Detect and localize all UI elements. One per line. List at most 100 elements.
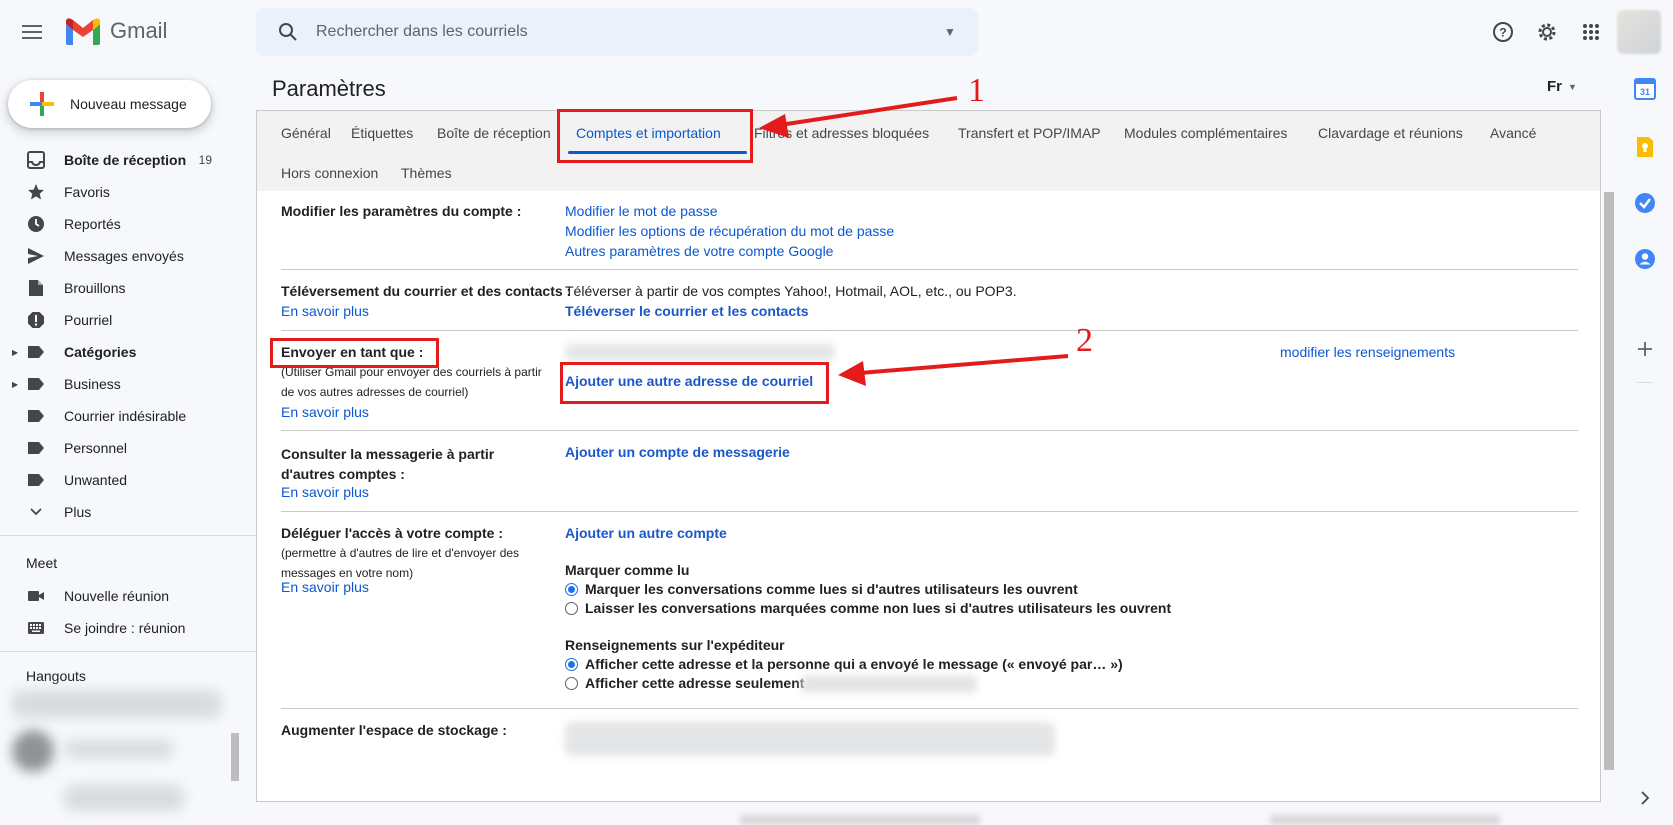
learn-more-link[interactable]: En savoir plus [281, 484, 369, 500]
tab-labels[interactable]: Étiquettes [351, 125, 413, 141]
gmail-m-icon [66, 18, 100, 45]
search-icon[interactable] [268, 8, 308, 56]
row-label: Téléversement du courrier et des contact… [281, 283, 572, 299]
nav-divider [0, 535, 256, 536]
hangouts-avatar-blurred [12, 730, 54, 772]
edit-info-link[interactable]: modifier les renseignements [1280, 344, 1455, 360]
settings-gear-icon[interactable] [1535, 20, 1559, 44]
hangouts-contact-blurred [12, 690, 222, 718]
row-send-as: Envoyer en tant que : (Utiliser Gmail po… [281, 332, 1578, 431]
contacts-icon[interactable] [1634, 248, 1656, 270]
help-icon[interactable]: ? [1491, 20, 1515, 44]
tab-chat-meet[interactable]: Clavardage et réunions [1318, 125, 1463, 141]
search-options-caret-icon[interactable]: ▼ [930, 25, 970, 39]
radio-mark-read[interactable] [565, 583, 578, 596]
nav-item-business[interactable]: ▶ Business [0, 368, 240, 400]
tab-offline[interactable]: Hors connexion [281, 165, 378, 181]
nav-item-spam[interactable]: Pourriel [0, 304, 240, 336]
main-scrollbar[interactable] [1604, 192, 1614, 770]
row-label: Modifier les paramètres du compte : [281, 203, 522, 219]
star-icon [26, 182, 46, 202]
nav-item-personal[interactable]: Personnel [0, 432, 240, 464]
change-password-link[interactable]: Modifier le mot de passe [565, 203, 718, 219]
tab-add-ons[interactable]: Modules complémentaires [1124, 125, 1287, 141]
annotation-number-1: 1 [968, 72, 985, 109]
search-input[interactable] [316, 23, 930, 41]
import-mail-contacts-link[interactable]: Téléverser le courrier et les contacts [565, 303, 809, 319]
expand-chevron-icon[interactable] [1634, 787, 1656, 809]
nav-item-junk[interactable]: Courrier indésirable [0, 400, 240, 432]
radio-keep-unread[interactable] [565, 602, 578, 615]
nav-label: Brouillons [64, 280, 126, 296]
learn-more-link[interactable]: En savoir plus [281, 404, 369, 420]
sender-info-title: Renseignements sur l'expéditeur [565, 637, 785, 653]
nav-item-snoozed[interactable]: Reportés [0, 208, 240, 240]
compose-button[interactable]: Nouveau message [8, 80, 211, 128]
search-bar[interactable]: ▼ [256, 8, 978, 56]
hangouts-contact-blurred [64, 740, 174, 758]
row-import: Téléversement du courrier et des contact… [281, 271, 1578, 331]
tab-filters[interactable]: Filtres et adresses bloquées [754, 125, 929, 141]
tab-advanced[interactable]: Avancé [1490, 125, 1536, 141]
nav-label: Plus [64, 504, 92, 520]
row-description: (Utiliser Gmail pour envoyer des courrie… [281, 365, 542, 399]
radio-label: Laisser les conversations marquées comme… [585, 600, 1172, 616]
radio-label: Afficher cette adresse et la personne qu… [585, 656, 1123, 672]
nav-label: Messages envoyés [64, 248, 184, 264]
nav-item-starred[interactable]: Favoris [0, 176, 240, 208]
google-account-settings-link[interactable]: Autres paramètres de votre compte Google [565, 243, 833, 259]
chevron-down-icon [26, 502, 46, 522]
menu-icon[interactable] [20, 20, 44, 44]
nav-item-unwanted[interactable]: Unwanted [0, 464, 240, 496]
expand-arrow-icon[interactable]: ▶ [12, 380, 18, 389]
caret-down-icon: ▼ [1568, 81, 1577, 92]
row-delegate: Déléguer l'accès à votre compte : (perme… [281, 513, 1578, 709]
nav-item-more[interactable]: Plus [0, 496, 240, 528]
tab-general[interactable]: Général [281, 125, 331, 141]
keyboard-icon [26, 618, 46, 638]
expand-arrow-icon[interactable]: ▶ [12, 348, 18, 357]
tasks-icon[interactable] [1634, 192, 1656, 214]
nav-item-sent[interactable]: Messages envoyés [0, 240, 240, 272]
nav-item-new-meeting[interactable]: Nouvelle réunion [0, 580, 240, 612]
nav-label: Se joindre : réunion [64, 620, 186, 636]
plus-icon [30, 92, 54, 116]
page-title: Paramètres [272, 76, 386, 101]
hangouts-contact-blurred [64, 785, 184, 811]
mark-read-title: Marquer comme lu [565, 562, 690, 578]
nav-label: Nouvelle réunion [64, 588, 170, 604]
row-label: Déléguer l'accès à votre compte : [281, 525, 503, 541]
unread-count: 19 [198, 153, 212, 167]
nav-item-drafts[interactable]: Brouillons [0, 272, 240, 304]
nav-item-categories[interactable]: ▶ Catégories [0, 336, 240, 368]
tab-themes[interactable]: Thèmes [401, 165, 452, 181]
learn-more-link[interactable]: En savoir plus [281, 579, 369, 595]
annotation-box-add-address [560, 362, 829, 404]
side-panel: 31 [1617, 64, 1673, 825]
nav-divider [0, 651, 256, 652]
nav-item-join-meeting[interactable]: Se joindre : réunion [0, 612, 240, 644]
add-icon[interactable] [1634, 338, 1656, 360]
nav-label: Favoris [64, 184, 110, 200]
compose-label: Nouveau message [70, 96, 187, 112]
radio-show-sender[interactable] [565, 658, 578, 671]
nav-scrollbar[interactable] [231, 733, 239, 781]
apps-grid-icon[interactable] [1579, 20, 1603, 44]
tab-inbox[interactable]: Boîte de réception [437, 125, 551, 141]
language-selector[interactable]: Fr ▼ [1547, 78, 1577, 95]
tab-forwarding-pop-imap[interactable]: Transfert et POP/IMAP [958, 125, 1101, 141]
keep-icon[interactable] [1634, 136, 1656, 158]
account-avatar[interactable] [1617, 10, 1661, 54]
nav-label: Catégories [64, 344, 137, 360]
learn-more-link[interactable]: En savoir plus [281, 303, 369, 319]
radio-address-only[interactable] [565, 677, 578, 690]
gmail-logo[interactable]: Gmail [64, 16, 167, 46]
annotation-box-tab [557, 109, 753, 163]
add-mail-account-link[interactable]: Ajouter un compte de messagerie [565, 444, 790, 460]
svg-text:?: ? [1499, 26, 1506, 40]
clock-icon [26, 214, 46, 234]
change-recovery-link[interactable]: Modifier les options de récupération du … [565, 223, 894, 239]
nav-item-inbox[interactable]: Boîte de réception 19 [0, 144, 240, 176]
calendar-icon[interactable]: 31 [1634, 78, 1656, 100]
add-another-account-link[interactable]: Ajouter un autre compte [565, 525, 727, 541]
